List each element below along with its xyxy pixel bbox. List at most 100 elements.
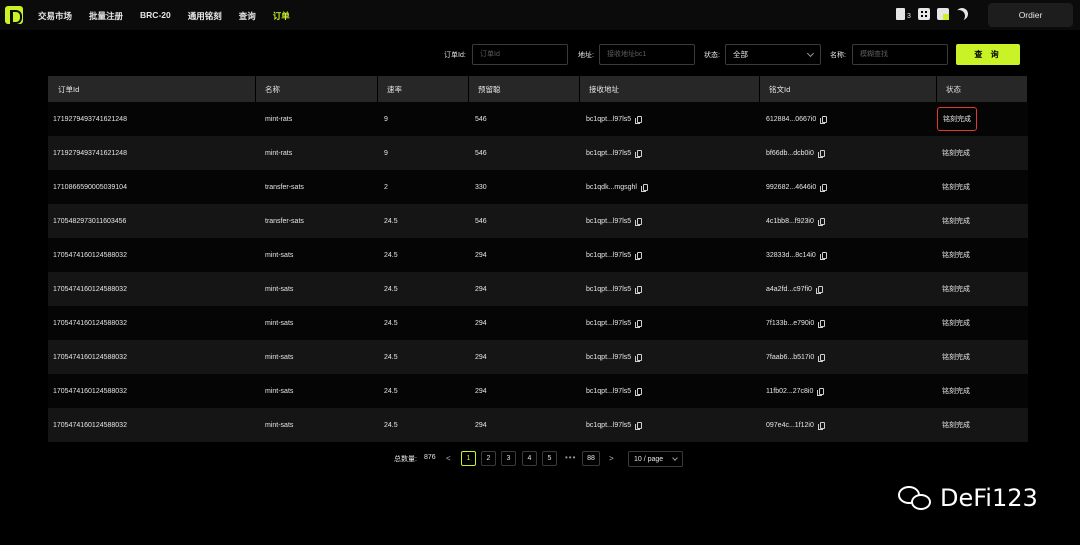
cell-rate: 9 xyxy=(378,102,469,136)
copy-icon[interactable] xyxy=(635,421,643,430)
cell-address-text: bc1qpt...l97ls5 xyxy=(586,319,632,327)
cell-rate: 24.5 xyxy=(378,408,469,442)
nav-item-batch-register[interactable]: 批量注册 xyxy=(89,10,123,22)
next-page-button[interactable]: > xyxy=(609,454,614,463)
cell-rate: 24.5 xyxy=(378,272,469,306)
filter-bar: 订单Id: 地址: 状态: 全部 名称: 查 询 xyxy=(0,44,1080,66)
copy-icon[interactable] xyxy=(635,353,643,362)
cell-status-text: 铭刻完成 xyxy=(942,422,970,429)
copy-icon[interactable] xyxy=(640,183,648,192)
cell-name-text: transfer-sats xyxy=(265,183,304,191)
copy-icon[interactable] xyxy=(820,115,828,124)
copy-icon[interactable] xyxy=(820,183,828,192)
cell-name: transfer-sats xyxy=(256,170,378,204)
query-button[interactable]: 查 询 xyxy=(956,44,1020,65)
cell-sats-text: 546 xyxy=(475,149,487,157)
copy-icon[interactable] xyxy=(635,251,643,260)
cell-address-text: bc1qpt...l97ls5 xyxy=(586,353,632,361)
cell-order-id: 1705474160124588032 xyxy=(48,272,256,306)
copy-icon[interactable] xyxy=(817,149,825,158)
copy-icon[interactable] xyxy=(817,387,825,396)
top-nav-bar: 交易市场 批量注册 BRC-20 通用铭刻 查询 订单 3 Ordier xyxy=(0,0,1080,30)
cell-address-text: bc1qpt...l97ls5 xyxy=(586,421,632,429)
cell-rate: 24.5 xyxy=(378,238,469,272)
copy-icon[interactable] xyxy=(817,421,825,430)
copy-icon[interactable] xyxy=(635,115,643,124)
cell-address: bc1qpt...l97ls5 xyxy=(580,136,760,170)
order-id-input[interactable] xyxy=(472,44,568,65)
cell-status-text: 铭刻完成 xyxy=(942,286,970,293)
cell-name: mint-sats xyxy=(256,238,378,272)
cell-rate-text: 2 xyxy=(384,183,388,191)
copy-icon[interactable] xyxy=(635,387,643,396)
cell-order-id: 1705474160124588032 xyxy=(48,238,256,272)
dice-icon[interactable] xyxy=(917,8,930,20)
prev-page-button[interactable]: < xyxy=(446,454,451,463)
cell-name: mint-rats xyxy=(256,136,378,170)
nav-item-market[interactable]: 交易市场 xyxy=(38,10,72,22)
copy-icon[interactable] xyxy=(635,319,643,328)
address-input[interactable] xyxy=(599,44,695,65)
cell-inscription-id-text: 7f133b...e790i0 xyxy=(766,319,815,327)
language-icon[interactable] xyxy=(936,8,949,20)
cell-name-text: mint-sats xyxy=(265,421,294,429)
nav-item-brc20[interactable]: BRC-20 xyxy=(140,10,171,22)
cell-inscription-id-text: a4a2fd...c97fi0 xyxy=(766,285,812,293)
copy-icon[interactable] xyxy=(817,217,825,226)
cell-name-text: mint-rats xyxy=(265,149,293,157)
nav-item-orders[interactable]: 订单 xyxy=(273,10,290,22)
copy-icon[interactable] xyxy=(635,149,643,158)
cell-name: mint-sats xyxy=(256,340,378,374)
cell-inscription-id-text: 11fb02...27c8i0 xyxy=(766,387,814,395)
cell-rate-text: 24.5 xyxy=(384,285,398,293)
wallet-button[interactable]: Ordier xyxy=(988,3,1073,27)
cell-status-text: 铭刻完成 xyxy=(942,218,970,225)
cell-rate-text: 24.5 xyxy=(384,353,398,361)
cell-rate-text: 24.5 xyxy=(384,421,398,429)
cell-sats: 546 xyxy=(469,136,580,170)
page-button-5[interactable]: 5 xyxy=(542,451,557,466)
cell-address-text: bc1qpt...l97ls5 xyxy=(586,251,632,259)
cell-address: bc1qpt...l97ls5 xyxy=(580,374,760,408)
toolbar: 3 xyxy=(896,8,975,20)
table-row: 1705474160124588032 mint-sats 24.5 294 bc1qp… xyxy=(48,306,1028,340)
cell-inscription-id-text: 7faab6...b517i0 xyxy=(766,353,815,361)
cell-sats: 294 xyxy=(469,238,580,272)
page-button-last[interactable]: 88 xyxy=(582,451,600,466)
table-row: 1705482973011603456 transfer-sats 24.5 546 b… xyxy=(48,204,1028,238)
cell-rate-text: 24.5 xyxy=(384,217,398,225)
cell-sats: 294 xyxy=(469,374,580,408)
nav-item-inscribe[interactable]: 通用铭刻 xyxy=(188,10,222,22)
file-icon[interactable] xyxy=(896,8,905,20)
copy-icon[interactable] xyxy=(815,285,823,294)
cell-address: bc1qpt...l97ls5 xyxy=(580,238,760,272)
copy-icon[interactable] xyxy=(635,285,643,294)
status-select[interactable]: 全部 xyxy=(725,44,821,65)
watermark-text: DeFi123 xyxy=(940,484,1038,512)
moon-icon[interactable] xyxy=(956,8,968,20)
page-button-2[interactable]: 2 xyxy=(481,451,496,466)
cell-name-text: mint-sats xyxy=(265,285,294,293)
cell-inscription-id: 32833d...8c14i0 xyxy=(760,238,937,272)
app-logo[interactable] xyxy=(5,6,23,24)
table-row: 1705474160124588032 mint-sats 24.5 294 bc1qp… xyxy=(48,272,1028,306)
copy-icon[interactable] xyxy=(635,217,643,226)
copy-icon[interactable] xyxy=(818,353,826,362)
cell-inscription-id: 097e4c...1f12i0 xyxy=(760,408,937,442)
page-size-value: 10 / page xyxy=(634,455,664,463)
copy-icon[interactable] xyxy=(819,251,827,260)
name-search-input[interactable] xyxy=(852,44,948,65)
page-size-select[interactable]: 10 / page xyxy=(628,451,683,467)
column-header-address: 接收地址 xyxy=(580,76,760,102)
cell-sats-text: 294 xyxy=(475,285,487,293)
nav-item-query[interactable]: 查询 xyxy=(239,10,256,22)
page-button-1[interactable]: 1 xyxy=(461,451,476,466)
cell-rate: 24.5 xyxy=(378,306,469,340)
column-header-inscription-id: 铭文Id xyxy=(760,76,937,102)
cell-order-id-text: 1719279493741621248 xyxy=(53,149,127,157)
cell-order-id-text: 1705474160124588032 xyxy=(53,251,127,259)
page-button-3[interactable]: 3 xyxy=(501,451,516,466)
copy-icon[interactable] xyxy=(818,319,826,328)
page-button-4[interactable]: 4 xyxy=(522,451,537,466)
pagination-ellipsis[interactable]: ••• xyxy=(565,453,576,462)
